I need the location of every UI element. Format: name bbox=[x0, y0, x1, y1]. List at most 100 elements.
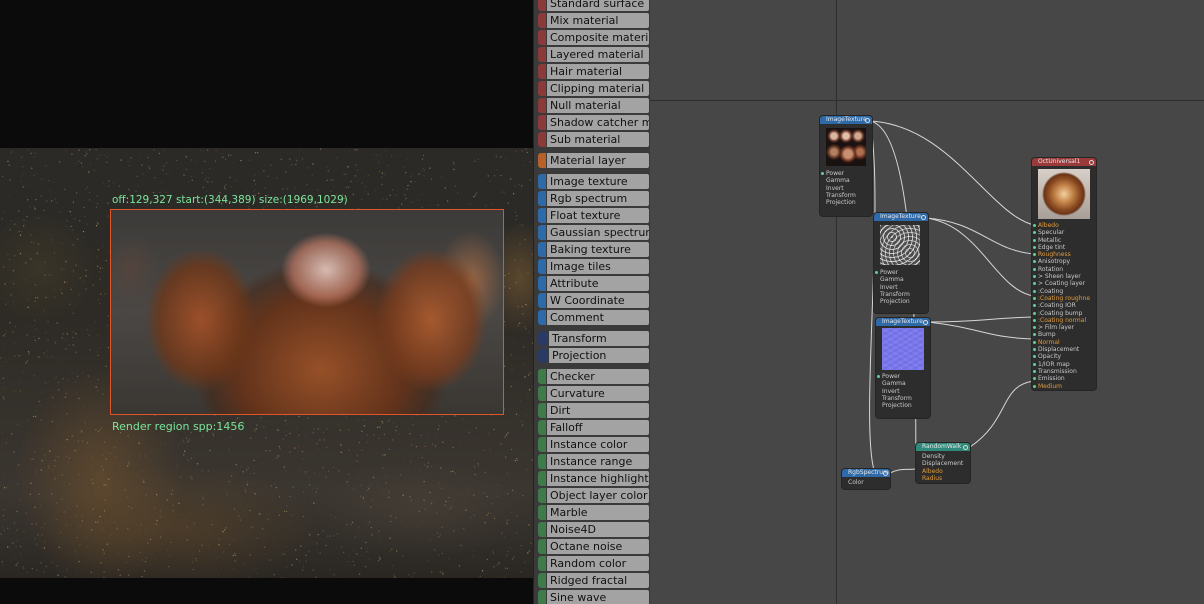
pin-dot[interactable] bbox=[1033, 275, 1036, 279]
node-header[interactable]: RandomWalk bbox=[916, 443, 970, 451]
node-header[interactable]: RgbSpectrum bbox=[842, 469, 890, 477]
palette-item[interactable]: Dirt bbox=[538, 403, 649, 418]
palette-item[interactable]: Projection bbox=[538, 348, 649, 363]
pin-gamma[interactable]: Gamma bbox=[882, 380, 912, 387]
material-pin[interactable]: Edge tint bbox=[1033, 244, 1090, 251]
palette-item[interactable]: Image texture bbox=[538, 174, 649, 189]
palette-item[interactable]: Clipping material bbox=[538, 81, 649, 96]
pin-albedo[interactable]: Albedo bbox=[922, 468, 963, 475]
pin-dot[interactable] bbox=[1033, 267, 1036, 271]
output-pin[interactable] bbox=[921, 214, 926, 220]
render-region[interactable] bbox=[110, 209, 504, 415]
material-pin[interactable]: 1/IOR map bbox=[1033, 361, 1090, 368]
pin-dot[interactable] bbox=[1033, 377, 1036, 381]
material-pin[interactable]: Normal bbox=[1033, 339, 1090, 346]
palette-item[interactable]: Gaussian spectrum bbox=[538, 225, 649, 240]
material-pin[interactable]: :Coating normal bbox=[1033, 317, 1090, 324]
pin-dot[interactable] bbox=[1033, 362, 1036, 366]
node-header[interactable]: ImageTexture bbox=[820, 116, 872, 124]
node-header[interactable]: OctUniversal1 bbox=[1032, 158, 1096, 166]
material-pin[interactable]: > Sheen layer bbox=[1033, 273, 1090, 280]
palette-item[interactable]: W Coordinate bbox=[538, 293, 649, 308]
palette-item[interactable]: Object layer color bbox=[538, 488, 649, 503]
node-header[interactable]: ImageTexture bbox=[876, 318, 930, 326]
image-texture-node-3[interactable]: ImageTexture Power Gamma Invert Transfor… bbox=[876, 318, 930, 418]
material-pin[interactable]: :Coating roughne bbox=[1033, 295, 1090, 302]
material-pin[interactable]: :Coating bump bbox=[1033, 310, 1090, 317]
palette-item[interactable]: Layered material bbox=[538, 47, 649, 62]
palette-item[interactable]: Checker bbox=[538, 369, 649, 384]
palette-item[interactable]: Sine wave bbox=[538, 590, 649, 604]
palette-item[interactable]: Composite material bbox=[538, 30, 649, 45]
pin-displacement[interactable]: Displacement bbox=[922, 460, 963, 467]
palette-item[interactable]: Shadow catcher material bbox=[538, 115, 649, 130]
palette-item[interactable]: Rgb spectrum bbox=[538, 191, 649, 206]
random-walk-medium-node[interactable]: RandomWalk Density Displacement Albedo R… bbox=[916, 443, 970, 483]
material-pin[interactable]: Roughness bbox=[1033, 251, 1090, 258]
pin-projection[interactable]: Projection bbox=[880, 298, 910, 305]
pin-dot[interactable] bbox=[1033, 231, 1036, 235]
pin-dot[interactable] bbox=[1033, 282, 1036, 286]
material-pin[interactable]: Displacement bbox=[1033, 346, 1090, 353]
pin-dot[interactable] bbox=[1033, 348, 1036, 352]
image-texture-node-1[interactable]: ImageTexture Power Gamma Invert Transfor… bbox=[820, 116, 872, 216]
pin-dot[interactable] bbox=[1033, 304, 1036, 308]
material-pin[interactable]: Specular bbox=[1033, 229, 1090, 236]
pin-projection[interactable]: Projection bbox=[882, 402, 912, 409]
pin-dot[interactable] bbox=[1033, 224, 1036, 227]
pin-radius[interactable]: Radius bbox=[922, 475, 963, 482]
palette-item[interactable]: Material layer bbox=[538, 153, 649, 168]
pin-dot[interactable] bbox=[1033, 311, 1036, 315]
material-pin[interactable]: Rotation bbox=[1033, 266, 1090, 273]
universal-material-node[interactable]: OctUniversal1 Albedo Specular Metallic Edge… bbox=[1032, 158, 1096, 390]
material-pin[interactable]: Transmission bbox=[1033, 368, 1090, 375]
palette-item[interactable]: Instance color bbox=[538, 437, 649, 452]
pin-dot[interactable] bbox=[1033, 326, 1036, 330]
rgb-spectrum-node[interactable]: RgbSpectrum Color bbox=[842, 469, 890, 489]
palette-item[interactable]: Baking texture bbox=[538, 242, 649, 257]
palette-item[interactable]: Instance range bbox=[538, 454, 649, 469]
material-pin[interactable]: Opacity bbox=[1033, 353, 1090, 360]
palette-item[interactable]: Float texture bbox=[538, 208, 649, 223]
output-pin[interactable] bbox=[883, 470, 888, 476]
palette-item[interactable]: Instance highlight bbox=[538, 471, 649, 486]
palette-item[interactable]: Octane noise bbox=[538, 539, 649, 554]
pin-gamma[interactable]: Gamma bbox=[880, 276, 910, 283]
material-pin[interactable]: :Coating IOR bbox=[1033, 302, 1090, 309]
pin-density[interactable]: Density bbox=[922, 453, 963, 460]
pin-transform[interactable]: Transform bbox=[882, 395, 912, 402]
pin-dot[interactable] bbox=[1033, 333, 1036, 337]
palette-item[interactable]: Marble bbox=[538, 505, 649, 520]
material-pin[interactable]: Metallic bbox=[1033, 237, 1090, 244]
pin-transform[interactable]: Transform bbox=[880, 291, 910, 298]
palette-item[interactable]: Comment bbox=[538, 310, 649, 325]
pin-dot[interactable] bbox=[1033, 296, 1036, 300]
material-pin[interactable]: > Film layer bbox=[1033, 324, 1090, 331]
pin-dot[interactable] bbox=[1033, 253, 1036, 257]
output-pin[interactable] bbox=[1089, 159, 1094, 165]
palette-item[interactable]: Attribute bbox=[538, 276, 649, 291]
pin-power[interactable]: Power bbox=[877, 373, 912, 380]
pin-color[interactable]: Color bbox=[848, 479, 864, 486]
material-pin[interactable]: Albedo bbox=[1033, 222, 1090, 229]
output-pin[interactable] bbox=[963, 444, 968, 450]
palette-item[interactable]: Ridged fractal bbox=[538, 573, 649, 588]
material-pin[interactable]: Anisotropy bbox=[1033, 258, 1090, 265]
material-pin[interactable]: > Coating layer bbox=[1033, 280, 1090, 287]
material-pin[interactable]: Medium bbox=[1033, 383, 1090, 390]
pin-dot[interactable] bbox=[1033, 238, 1036, 242]
pin-power[interactable]: Power bbox=[821, 170, 856, 177]
pin-projection[interactable]: Projection bbox=[826, 199, 856, 206]
pin-dot[interactable] bbox=[1033, 260, 1036, 264]
node-graph-editor[interactable]: ImageTexture Power Gamma Invert Transfor… bbox=[650, 0, 1204, 604]
material-pin[interactable]: Bump bbox=[1033, 331, 1090, 338]
output-pin[interactable] bbox=[865, 117, 870, 123]
palette-item[interactable]: Falloff bbox=[538, 420, 649, 435]
palette-item[interactable]: Transform bbox=[538, 331, 649, 346]
pin-dot[interactable] bbox=[1033, 369, 1036, 373]
pin-dot[interactable] bbox=[1033, 355, 1036, 359]
pin-invert[interactable]: Invert bbox=[826, 185, 856, 192]
palette-item[interactable]: Mix material bbox=[538, 13, 649, 28]
palette-item[interactable]: Sub material bbox=[538, 132, 649, 147]
palette-item[interactable]: Null material bbox=[538, 98, 649, 113]
